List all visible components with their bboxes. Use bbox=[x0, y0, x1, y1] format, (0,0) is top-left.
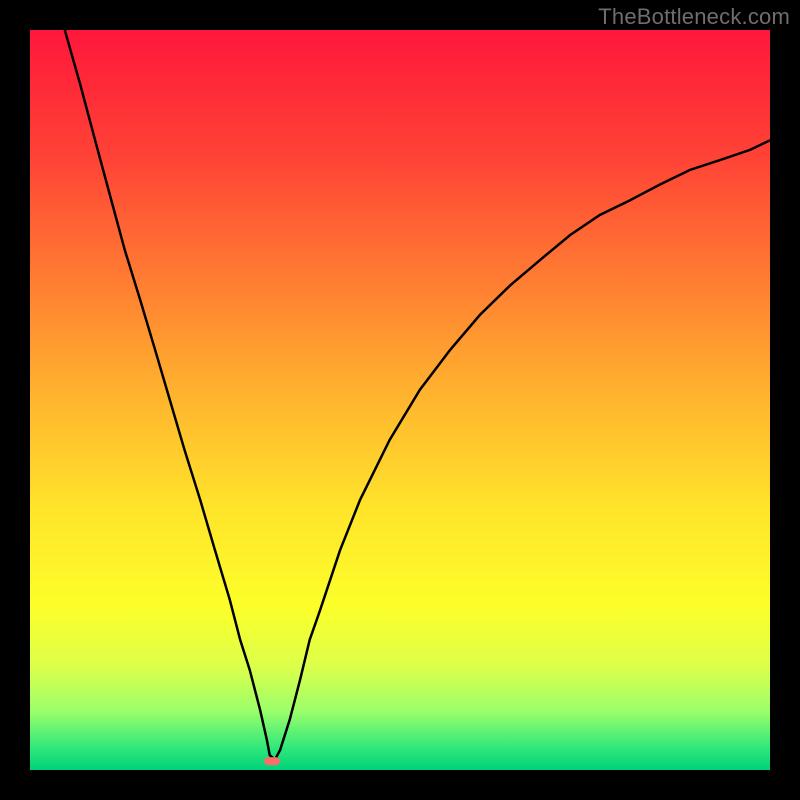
chart-frame: TheBottleneck.com bbox=[0, 0, 800, 800]
minimum-marker-dot bbox=[267, 757, 277, 765]
gradient-background bbox=[30, 30, 770, 770]
watermark-text: TheBottleneck.com bbox=[598, 4, 790, 30]
minimum-marker bbox=[264, 757, 280, 765]
plot-area bbox=[30, 30, 770, 770]
plot-svg bbox=[30, 30, 770, 770]
